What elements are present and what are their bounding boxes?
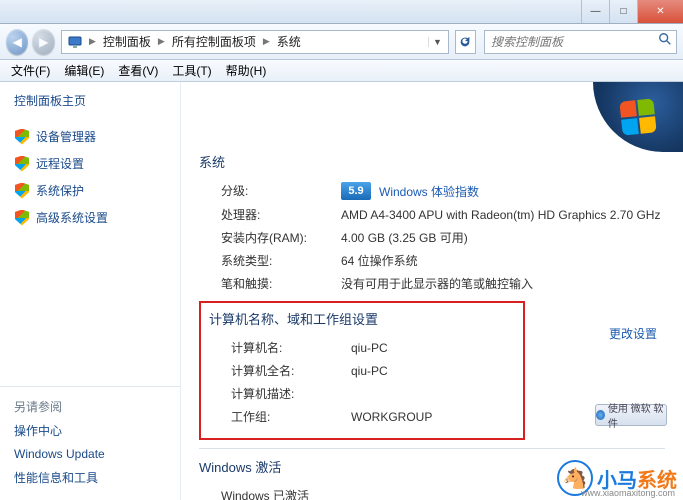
menu-bar: 文件(F) 编辑(E) 查看(V) 工具(T) 帮助(H) xyxy=(0,60,683,82)
sidebar-item-advanced-settings[interactable]: 高级系统设置 xyxy=(14,204,166,231)
value-pc-fullname: qiu-PC xyxy=(351,362,515,379)
change-settings-label: 更改设置 xyxy=(609,325,657,342)
sidebar-item-remote-settings[interactable]: 远程设置 xyxy=(14,150,166,177)
sidebar-seealso-heading: 另请参阅 xyxy=(14,395,166,418)
sidebar-item-label: 远程设置 xyxy=(36,155,84,172)
shield-icon xyxy=(14,129,30,145)
sidebar-item-device-manager[interactable]: 设备管理器 xyxy=(14,123,166,150)
content-area: 控制面板主页 设备管理器 远程设置 系统保护 高级系统设置 另请参阅 操作中心 … xyxy=(0,82,683,500)
shield-icon xyxy=(14,156,30,172)
change-settings-link[interactable]: 更改设置 xyxy=(605,325,657,342)
value-systype: 64 位操作系统 xyxy=(341,252,665,269)
menu-file[interactable]: 文件(F) xyxy=(4,62,57,79)
label-rating: 分级: xyxy=(221,182,341,200)
row-processor: 处理器: AMD A4-3400 APU with Radeon(tm) HD … xyxy=(199,203,665,226)
sidebar-divider xyxy=(0,386,180,387)
refresh-button[interactable] xyxy=(455,30,476,54)
breadcrumb-seg-3[interactable]: 系统 xyxy=(273,33,305,50)
label-processor: 处理器: xyxy=(221,206,341,223)
arrow-left-icon: ◀ xyxy=(13,35,22,49)
sidebar-home-link[interactable]: 控制面板主页 xyxy=(14,92,166,109)
section-heading-system: 系统 xyxy=(199,152,665,171)
value-processor: AMD A4-3400 APU with Radeon(tm) HD Graph… xyxy=(341,206,665,223)
label-pc-description: 计算机描述: xyxy=(231,385,351,402)
section-heading-computer-name: 计算机名称、域和工作组设置 xyxy=(209,309,515,328)
search-box[interactable] xyxy=(484,30,677,54)
menu-help[interactable]: 帮助(H) xyxy=(219,62,274,79)
main-panel: 系统 分级: 5.9 Windows 体验指数 处理器: AMD A4-3400… xyxy=(180,82,683,500)
sidebar: 控制面板主页 设备管理器 远程设置 系统保护 高级系统设置 另请参阅 操作中心 … xyxy=(0,82,180,500)
breadcrumb-sep-icon: ▶ xyxy=(155,36,168,47)
search-input[interactable] xyxy=(485,35,654,49)
menu-edit[interactable]: 编辑(E) xyxy=(57,62,111,79)
value-pc-name: qiu-PC xyxy=(351,339,515,356)
windows-logo-corner xyxy=(593,82,683,152)
breadcrumb-sep-icon: ▶ xyxy=(260,36,273,47)
label-systype: 系统类型: xyxy=(221,252,341,269)
label-ram: 安装内存(RAM): xyxy=(221,229,341,246)
genuine-dot-icon xyxy=(596,410,605,420)
watermark: 🐴 小马系统 www.xiaomaxitong.com xyxy=(557,460,677,496)
menu-tools[interactable]: 工具(T) xyxy=(165,62,218,79)
label-pen: 笔和触摸: xyxy=(221,275,341,292)
shield-icon xyxy=(14,210,30,226)
label-pc-fullname: 计算机全名: xyxy=(231,362,351,379)
refresh-icon xyxy=(458,35,472,49)
value-pc-description xyxy=(351,385,515,402)
value-pen: 没有可用于此显示器的笔或触控输入 xyxy=(341,275,665,292)
value-workgroup: WORKGROUP xyxy=(351,408,515,425)
row-pen: 笔和触摸: 没有可用于此显示器的笔或触控输入 xyxy=(199,272,665,295)
breadcrumb[interactable]: ▶ 控制面板 ▶ 所有控制面板项 ▶ 系统 ▼ xyxy=(61,30,449,54)
shield-icon xyxy=(14,183,30,199)
row-systype: 系统类型: 64 位操作系统 xyxy=(199,249,665,272)
divider xyxy=(199,448,665,449)
label-workgroup: 工作组: xyxy=(231,408,351,425)
close-button[interactable]: ✕ xyxy=(637,0,683,23)
breadcrumb-seg-1[interactable]: 控制面板 xyxy=(99,33,155,50)
sidebar-item-label: 系统保护 xyxy=(36,182,84,199)
breadcrumb-sep-icon: ▶ xyxy=(86,36,99,47)
value-ram: 4.00 GB (3.25 GB 可用) xyxy=(341,229,665,246)
window-titlebar: — □ ✕ xyxy=(0,0,683,24)
forward-button[interactable]: ▶ xyxy=(32,29,54,55)
arrow-right-icon: ▶ xyxy=(39,35,48,49)
sidebar-item-label: 高级系统设置 xyxy=(36,209,108,226)
row-rating: 分级: 5.9 Windows 体验指数 xyxy=(199,179,665,203)
computer-name-group-highlighted: 计算机名称、域和工作组设置 计算机名:qiu-PC 计算机全名:qiu-PC 计… xyxy=(199,301,525,440)
label-pc-name: 计算机名: xyxy=(231,339,351,356)
genuine-label: 使用 微软 软件 xyxy=(608,400,666,430)
back-button[interactable]: ◀ xyxy=(6,29,28,55)
menu-view[interactable]: 查看(V) xyxy=(111,62,165,79)
minimize-button[interactable]: — xyxy=(581,0,609,23)
maximize-button[interactable]: □ xyxy=(609,0,637,23)
sidebar-seealso-windows-update[interactable]: Windows Update xyxy=(14,443,166,465)
row-ram: 安装内存(RAM): 4.00 GB (3.25 GB 可用) xyxy=(199,226,665,249)
navigation-bar: ◀ ▶ ▶ 控制面板 ▶ 所有控制面板项 ▶ 系统 ▼ xyxy=(0,24,683,60)
sidebar-item-label: 设备管理器 xyxy=(36,128,96,145)
sidebar-item-system-protection[interactable]: 系统保护 xyxy=(14,177,166,204)
genuine-software-badge[interactable]: 使用 微软 软件 xyxy=(595,404,667,426)
experience-index-link[interactable]: Windows 体验指数 xyxy=(379,183,479,200)
computer-icon xyxy=(66,33,84,51)
breadcrumb-seg-2[interactable]: 所有控制面板项 xyxy=(168,33,260,50)
windows-flag-icon xyxy=(619,98,656,135)
rating-score-badge: 5.9 xyxy=(341,182,371,200)
sidebar-seealso-action-center[interactable]: 操作中心 xyxy=(14,418,166,443)
watermark-url: www.xiaomaxitong.com xyxy=(581,488,675,498)
search-icon[interactable] xyxy=(654,32,676,51)
sidebar-seealso-performance[interactable]: 性能信息和工具 xyxy=(14,465,166,490)
breadcrumb-dropdown[interactable]: ▼ xyxy=(428,37,446,47)
